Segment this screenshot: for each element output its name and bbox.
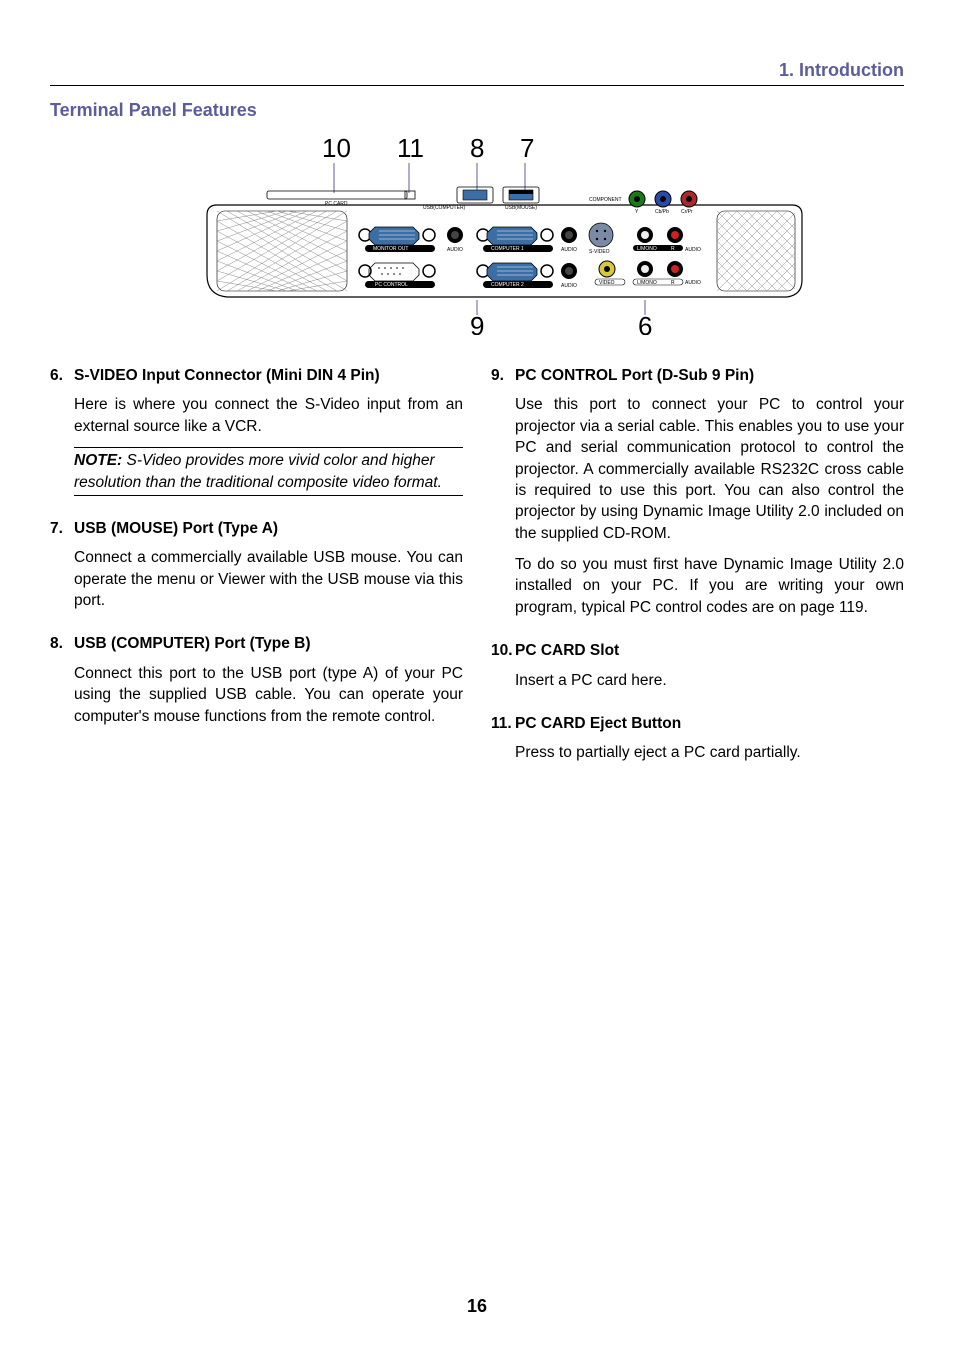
callout-11: 11	[397, 135, 424, 163]
item-num: 8.	[50, 633, 74, 654]
item-para: Insert a PC card here.	[515, 670, 904, 691]
page: 1. Introduction Terminal Panel Features …	[0, 0, 954, 1357]
label-crpr: Cr/Pr	[681, 209, 693, 215]
note-text: S-Video provides more vivid color and hi…	[74, 452, 442, 490]
label-r-1: R	[671, 246, 675, 252]
computer1-port	[477, 227, 553, 245]
label-audio-1: AUDIO	[447, 247, 463, 253]
callout-10: 10	[322, 135, 351, 163]
item-title: PC CONTROL Port (D-Sub 9 Pin)	[515, 365, 754, 386]
item-para: Connect this port to the USB port (type …	[74, 663, 463, 727]
chapter-header: 1. Introduction	[50, 60, 904, 85]
item-7: 7. USB (MOUSE) Port (Type A) Connect a c…	[50, 518, 463, 612]
item-para: Press to partially eject a PC card parti…	[515, 742, 904, 763]
item-title: PC CARD Slot	[515, 640, 619, 661]
item-11: 11. PC CARD Eject Button Press to partia…	[491, 713, 904, 764]
label-audio-sv: AUDIO	[685, 247, 701, 253]
label-video: VIDEO	[599, 280, 615, 286]
label-audio-3: AUDIO	[561, 283, 577, 289]
item-9: 9. PC CONTROL Port (D-Sub 9 Pin) Use thi…	[491, 365, 904, 618]
item-6: 6. S-VIDEO Input Connector (Mini DIN 4 P…	[50, 365, 463, 496]
label-lmono-2: L/MONO	[637, 280, 657, 286]
label-monitor-out: MONITOR OUT	[373, 246, 408, 252]
item-num: 6.	[50, 365, 74, 386]
label-usb-computer: USB(COMPUTER)	[423, 205, 466, 211]
label-pc-card: PC CARD	[325, 201, 348, 207]
page-number: 16	[50, 1296, 904, 1317]
label-r-2: R	[671, 280, 675, 286]
vent-right	[717, 211, 795, 291]
section-title: Terminal Panel Features	[50, 100, 904, 121]
item-para: Use this port to connect your PC to cont…	[515, 394, 904, 544]
label-component: COMPONENT	[589, 197, 622, 203]
item-10: 10. PC CARD Slot Insert a PC card here.	[491, 640, 904, 691]
left-column: 6. S-VIDEO Input Connector (Mini DIN 4 P…	[50, 365, 463, 786]
terminal-panel-diagram: 10 11 8 7	[50, 135, 904, 335]
label-lmono-1: L/MONO	[637, 246, 657, 252]
item-title: USB (COMPUTER) Port (Type B)	[74, 633, 311, 654]
item-para: Connect a commercially available USB mou…	[74, 547, 463, 611]
label-audio-vid: AUDIO	[685, 280, 701, 286]
label-svideo: S-VIDEO	[589, 249, 610, 255]
computer2-port	[477, 263, 553, 281]
item-para: Here is where you connect the S-Video in…	[74, 394, 463, 437]
label-computer2: COMPUTER 2	[491, 282, 524, 288]
item-num: 11.	[491, 713, 515, 734]
pc-control-port	[359, 263, 435, 281]
diagram-svg: 10 11 8 7	[147, 135, 807, 335]
item-para: To do so you must first have Dynamic Ima…	[515, 554, 904, 618]
monitor-out-port	[359, 227, 435, 245]
item-num: 7.	[50, 518, 74, 539]
label-cbpb: Cb/Pb	[655, 209, 669, 215]
label-usb-mouse: USB(MOUSE)	[505, 205, 537, 211]
label-pc-control: PC CONTROL	[375, 282, 408, 288]
header-rule	[50, 85, 904, 86]
item-title: S-VIDEO Input Connector (Mini DIN 4 Pin)	[74, 365, 380, 386]
vent-left	[217, 211, 347, 291]
item-num: 10.	[491, 640, 515, 661]
item-num: 9.	[491, 365, 515, 386]
note-label: NOTE:	[74, 452, 122, 469]
note-block: NOTE: S-Video provides more vivid color …	[74, 447, 463, 496]
callout-7: 7	[520, 135, 534, 163]
item-title: USB (MOUSE) Port (Type A)	[74, 518, 278, 539]
item-8: 8. USB (COMPUTER) Port (Type B) Connect …	[50, 633, 463, 727]
callout-9: 9	[470, 311, 484, 335]
callout-8: 8	[470, 135, 484, 163]
label-computer1: COMPUTER 1	[491, 246, 524, 252]
right-column: 9. PC CONTROL Port (D-Sub 9 Pin) Use thi…	[491, 365, 904, 786]
content-columns: 6. S-VIDEO Input Connector (Mini DIN 4 P…	[50, 365, 904, 786]
label-audio-2: AUDIO	[561, 247, 577, 253]
callout-6: 6	[638, 311, 652, 335]
item-title: PC CARD Eject Button	[515, 713, 681, 734]
label-y: Y	[635, 209, 639, 215]
